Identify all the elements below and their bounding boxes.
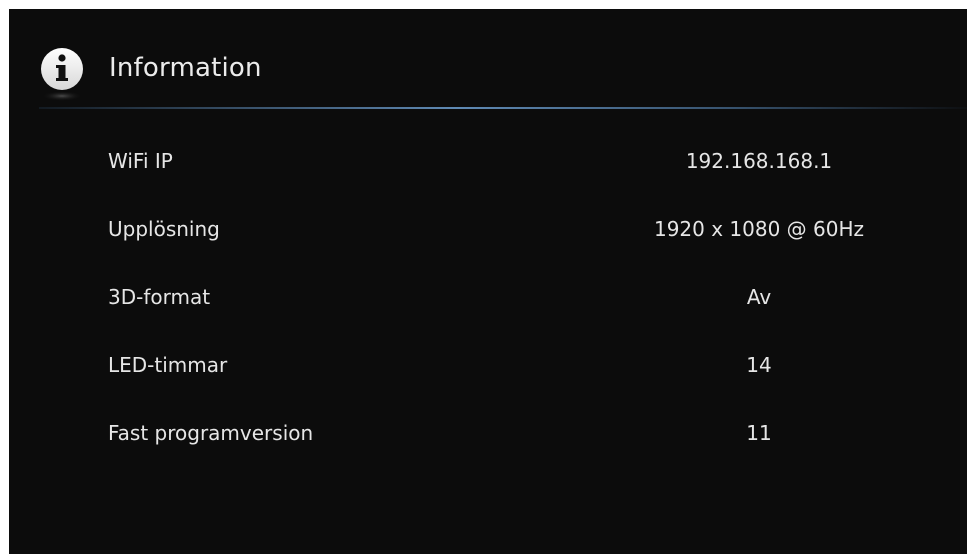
info-row-value: 11 <box>746 421 772 445</box>
info-row-label: 3D-format <box>108 285 211 309</box>
info-row-resolution: Upplösning 1920 x 1080 @ 60Hz <box>9 195 967 263</box>
info-row-wifi-ip: WiFi IP 192.168.168.1 <box>9 127 967 195</box>
info-list: WiFi IP 192.168.168.1 Upplösning 1920 x … <box>9 127 967 467</box>
header-divider <box>39 107 967 109</box>
info-row-label: Upplösning <box>108 217 220 241</box>
info-icon <box>40 47 84 103</box>
info-row-value: 192.168.168.1 <box>685 149 833 173</box>
info-row-firmware-version: Fast programversion 11 <box>9 399 967 467</box>
info-screen: Information WiFi IP 192.168.168.1 Upplös… <box>9 9 967 554</box>
info-row-value: 14 <box>746 353 772 377</box>
page-title: Information <box>109 53 262 83</box>
info-row-value: Av <box>746 285 772 309</box>
info-row-led-hours: LED-timmar 14 <box>9 331 967 399</box>
header: Information <box>9 9 967 109</box>
info-row-label: WiFi IP <box>108 149 173 173</box>
info-row-label: LED-timmar <box>108 353 228 377</box>
info-row-label: Fast programversion <box>108 421 314 445</box>
info-row-3d-format: 3D-format Av <box>9 263 967 331</box>
info-row-value: 1920 x 1080 @ 60Hz <box>653 217 865 241</box>
